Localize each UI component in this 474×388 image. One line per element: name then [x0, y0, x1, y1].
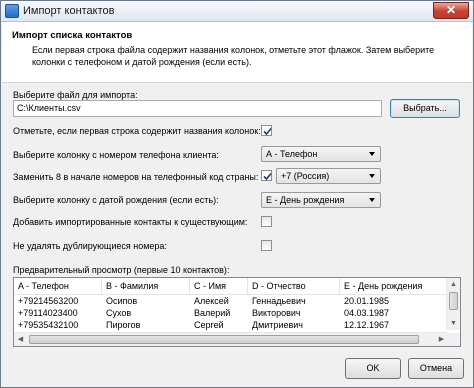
header-description: Если первая строка файла содержит назван… — [32, 45, 435, 67]
table-cell: +79214563200 — [18, 296, 79, 306]
scroll-up-icon[interactable]: ▲ — [447, 278, 460, 291]
table-cell: Геннадьевич — [252, 296, 306, 306]
close-button[interactable]: ✕ — [433, 2, 469, 19]
vertical-scrollbar[interactable]: ▲ ▼ — [446, 278, 460, 330]
table-cell: Сухов — [106, 308, 132, 318]
preview-label: Предварительный просмотр (первые 10 конт… — [13, 265, 230, 275]
phone-column-label: Выберите колонку с номером телефона клие… — [13, 150, 219, 160]
table-row[interactable]: +79214563200 Осипов Алексей Геннадьевич … — [14, 295, 448, 307]
table-cell: 04.03.1987 — [344, 308, 390, 318]
table-cell: Валерий — [194, 308, 231, 318]
browse-button[interactable]: Выбрать... — [390, 99, 460, 118]
table-row[interactable]: +79114023400 Сухов Валерий Викторович 04… — [14, 307, 448, 319]
add-existing-checkbox[interactable] — [261, 216, 272, 227]
first-row-checkbox[interactable] — [261, 125, 272, 136]
birthday-column-label: Выберите колонку с датой рождения (если … — [13, 195, 219, 205]
column-header[interactable]: E - День рождения — [340, 278, 448, 294]
scroll-thumb[interactable] — [449, 292, 458, 310]
app-icon — [5, 4, 19, 18]
table-cell: +79535432100 — [18, 320, 79, 330]
birthday-column-select[interactable]: Е - День рождения — [261, 192, 381, 208]
table-cell: Осипов — [106, 296, 138, 306]
birthday-column-value: Е - День рождения — [266, 195, 345, 205]
checkmark-icon — [263, 172, 272, 181]
header-title: Импорт списка контактов — [12, 30, 133, 41]
replace-code-label: Заменить 8 в начале номеров на телефонны… — [13, 172, 259, 182]
table-cell: Викторович — [252, 308, 301, 318]
scroll-corner — [447, 333, 460, 346]
title-bar[interactable]: Импорт контактов ✕ — [1, 1, 473, 22]
preview-header: A - Телефон B - Фамилия C - Имя D - Отче… — [14, 278, 448, 295]
keep-duplicates-checkbox[interactable] — [261, 240, 272, 251]
file-label: Выберите файл для импорта: — [13, 90, 138, 100]
chevron-down-icon — [369, 174, 375, 178]
file-path-input[interactable]: C:\Клиенты.csv — [13, 100, 382, 117]
country-code-select[interactable]: +7 (Россия) — [276, 168, 381, 184]
checkmark-icon — [263, 127, 272, 136]
table-cell: Дмитриевич — [252, 320, 303, 330]
scroll-down-icon[interactable]: ▼ — [447, 317, 460, 330]
import-contacts-dialog: Импорт контактов ✕ Импорт списка контакт… — [0, 0, 474, 388]
dialog-header: Импорт списка контактов Если первая стро… — [2, 22, 472, 83]
phone-column-value: А - Телефон — [266, 149, 318, 159]
replace-code-checkbox[interactable] — [261, 170, 272, 181]
ok-button[interactable]: OK — [345, 358, 401, 379]
preview-list[interactable]: A - Телефон B - Фамилия C - Имя D - Отче… — [13, 277, 461, 347]
country-code-value: +7 (Россия) — [281, 171, 330, 181]
table-cell: +79114023400 — [18, 308, 78, 318]
window-title: Импорт контактов — [23, 5, 115, 17]
first-row-label: Отметьте, если первая строка содержит на… — [13, 126, 261, 136]
add-existing-label: Добавить импортированные контакты к суще… — [13, 217, 248, 227]
table-cell: 12.12.1967 — [344, 320, 390, 330]
column-header[interactable]: D - Отчество — [248, 278, 340, 294]
column-header[interactable]: C - Имя — [190, 278, 248, 294]
table-cell: Алексей — [194, 296, 229, 306]
table-cell: Пирогов — [106, 320, 141, 330]
cancel-button[interactable]: Отмена — [408, 358, 464, 379]
column-header[interactable]: B - Фамилия — [102, 278, 190, 294]
table-cell: Сергей — [194, 320, 224, 330]
keep-duplicates-label: Не удалять дублирующиеся номера: — [13, 241, 167, 251]
chevron-down-icon — [369, 198, 375, 202]
scroll-left-icon[interactable]: ◀ — [14, 333, 27, 346]
table-row[interactable]: +79535432100 Пирогов Сергей Дмитриевич 1… — [14, 319, 448, 331]
column-header[interactable]: A - Телефон — [14, 278, 102, 294]
scroll-thumb[interactable] — [29, 335, 419, 344]
table-cell: 20.01.1985 — [344, 296, 390, 306]
phone-column-select[interactable]: А - Телефон — [261, 146, 381, 162]
horizontal-scrollbar[interactable]: ◀ ▶ — [14, 332, 448, 346]
chevron-down-icon — [369, 152, 375, 156]
